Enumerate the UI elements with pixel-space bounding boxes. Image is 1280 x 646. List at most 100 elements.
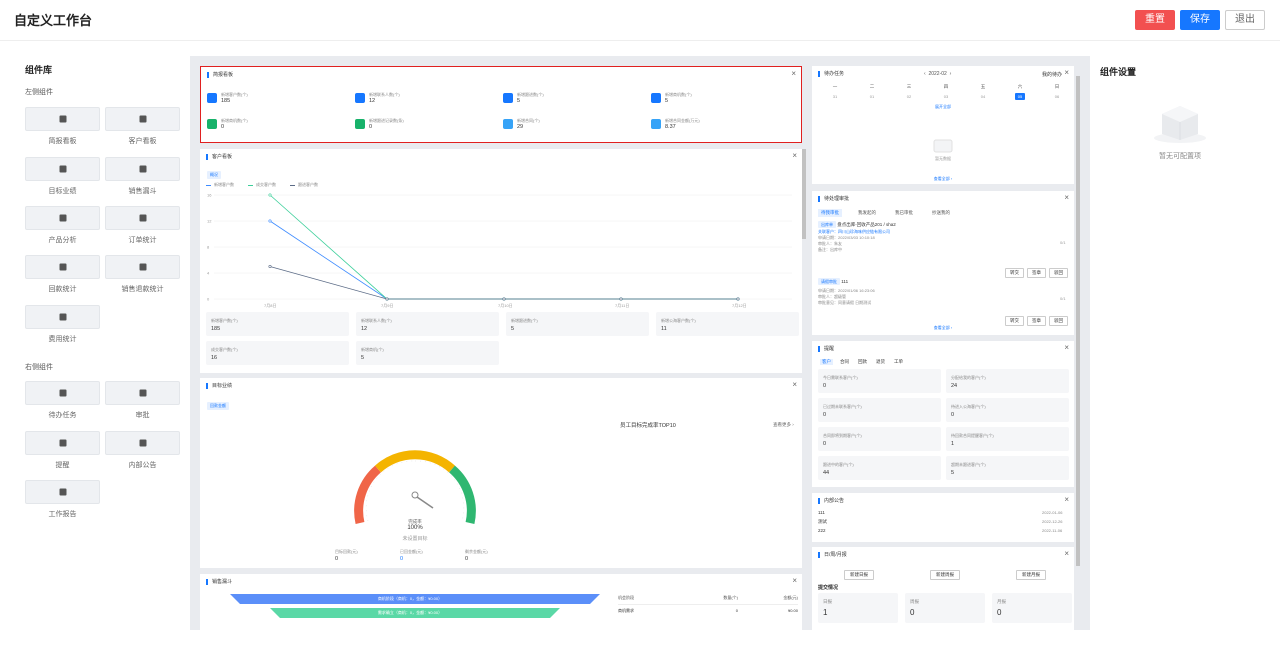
x-tick-label: 7月11日 <box>615 303 629 308</box>
funnel-card[interactable]: 销售漏斗 × 商机阶段（商机：0，金额：¥0.00） 需求确立（商机：0，金额：… <box>200 574 802 630</box>
remind-close-icon[interactable]: × <box>1064 343 1069 352</box>
notice-item-title[interactable]: 测试 <box>818 519 827 525</box>
approval-tab-0[interactable]: 待我审批 <box>818 209 842 217</box>
left-component-7[interactable]: 销售退款统计 <box>105 255 180 294</box>
left-component-1[interactable]: 客户看板 <box>105 107 180 146</box>
approval-close-icon[interactable]: × <box>1064 193 1069 202</box>
calendar-day[interactable]: 06 <box>1052 93 1062 100</box>
remind-item[interactable]: 待进入公海客户(个) 0 <box>946 398 1069 422</box>
legend-swatch <box>206 185 211 186</box>
notice-item-title[interactable]: 111 <box>818 510 825 515</box>
customer-card[interactable]: 客户看板 × 概况 新增客户数 成交客户数 跟进客户数 0 4 8 12 16 7月8日 7月9… <box>200 149 802 373</box>
approval-item-1-title: 盘点出库-回收产品201 / sha2 <box>837 222 896 227</box>
approval-action-1[interactable]: 签章 <box>1027 316 1046 326</box>
rank-more-link[interactable]: 查看更多 › <box>773 422 794 428</box>
customer-close-icon[interactable]: × <box>792 151 797 160</box>
component-label: 工作报告 <box>48 511 77 518</box>
left-component-5[interactable]: 订单统计 <box>105 206 180 245</box>
approval-item-1[interactable]: 出库单 盘点出库-回收产品201 / sha2 <box>818 221 896 228</box>
brief-stat-icon <box>503 119 513 129</box>
report-new-button-1[interactable]: 新建周报 <box>930 570 960 580</box>
notice-item-title[interactable]: 222 <box>818 528 826 533</box>
left-column-scrollbar[interactable] <box>802 149 806 239</box>
goal-title: 目标业绩 <box>206 383 232 389</box>
left-component-4[interactable]: 产品分析 <box>25 206 100 245</box>
remind-item[interactable]: 合同即将到期客户(个) 0 <box>818 427 941 451</box>
right-column-scrollbar[interactable] <box>1076 76 1080 566</box>
report-new-button-2[interactable]: 新建月报 <box>1016 570 1046 580</box>
brief-card[interactable]: 简报看板 × 新增客户数(个) 185 新增联系人数(个) 12 新增跟进数(个) 5 新增… <box>200 66 802 143</box>
remind-tab-4[interactable]: 工单 <box>892 359 905 365</box>
notice-card[interactable]: 内部公告 × 111 2022-01-06 测试 2022-12-26 222 2022-… <box>812 493 1074 542</box>
funnel-header-cell: 机会阶段 <box>618 595 634 600</box>
todo-empty-text: 暂无数据 <box>935 156 951 161</box>
report-item[interactable]: 周报 0 <box>905 593 985 623</box>
right-component-1[interactable]: 审批 <box>105 381 180 420</box>
right-component-2[interactable]: 提醒 <box>25 431 100 470</box>
goal-close-icon[interactable]: × <box>792 380 797 389</box>
notice-close-icon[interactable]: × <box>1064 495 1069 504</box>
left-component-0[interactable]: 简报看板 <box>25 107 100 146</box>
todo-expand-link[interactable]: 展开全部 <box>922 104 964 110</box>
right-component-0[interactable]: 待办任务 <box>25 381 100 420</box>
right-component-4[interactable]: 工作报告 <box>25 480 100 519</box>
funnel-close-icon[interactable]: × <box>792 576 797 585</box>
report-card[interactable]: 日/周/月报 × 新建日报 新建周报 新建月报 提交情况 日报 1 周报 0 月报 0 <box>812 547 1074 630</box>
customer-tab-overview[interactable]: 概况 <box>207 171 221 179</box>
remind-item[interactable]: 超期未跟进客户(个) 5 <box>946 456 1069 480</box>
approval-action-2[interactable]: 驳回 <box>1049 268 1068 278</box>
report-new-button-0[interactable]: 新建日报 <box>844 570 874 580</box>
left-component-6[interactable]: 回款统计 <box>25 255 100 294</box>
right-component-3[interactable]: 内部公告 <box>105 431 180 470</box>
left-component-2[interactable]: 目标业绩 <box>25 157 100 196</box>
component-label: 订单统计 <box>128 237 157 244</box>
approval-action-0[interactable]: 转交 <box>1005 316 1024 326</box>
approval-card[interactable]: 待处理审批 × 待我审批 我发起的 我已审批 抄送我的 出库单 盘点出库-回收产品20… <box>812 191 1074 335</box>
approval-tab-2[interactable]: 我已审批 <box>892 209 916 217</box>
approval-tab-1[interactable]: 我发起的 <box>855 209 879 217</box>
todo-my-label[interactable]: 我的待办 <box>1042 71 1062 78</box>
report-subtitle: 提交情况 <box>818 585 839 591</box>
calendar-day[interactable]: 31 <box>830 93 840 100</box>
calendar-day[interactable]: 02 <box>904 93 914 100</box>
approval-action-1[interactable]: 签章 <box>1027 268 1046 278</box>
component-label: 提醒 <box>55 462 70 469</box>
todo-card[interactable]: 待办任务 ‹ 2022-02 › 我的待办 × 一 31 二 01 三 02 四 03 五 04 六… <box>812 66 1074 184</box>
component-label: 销售漏斗 <box>128 188 157 195</box>
remind-item[interactable]: 跟进中的客户(个) 44 <box>818 456 941 480</box>
report-item[interactable]: 月报 0 <box>992 593 1072 623</box>
brief-close-icon[interactable]: × <box>791 69 796 78</box>
todo-view-all[interactable]: 查看全部 › <box>922 176 964 182</box>
approval-item-2[interactable]: 请假审批 111 <box>818 278 848 285</box>
approval-tab-3[interactable]: 抄送我的 <box>929 209 953 217</box>
left-component-3[interactable]: 销售漏斗 <box>105 157 180 196</box>
remind-tab-3[interactable]: 退货 <box>874 359 887 365</box>
remind-item[interactable]: 待回款合同提醒客户(个) 1 <box>946 427 1069 451</box>
report-item[interactable]: 日报 1 <box>818 593 898 623</box>
component-icon <box>25 157 100 181</box>
exit-button[interactable]: 退出 <box>1225 10 1265 30</box>
calendar-day[interactable]: 01 <box>867 93 877 100</box>
reset-button[interactable]: 重置 <box>1135 10 1175 30</box>
goal-tab-payment[interactable]: 回款金额 <box>207 402 229 410</box>
remind-item[interactable]: 已过期未联系客户(个) 0 <box>818 398 941 422</box>
remind-card[interactable]: 提醒 × 客户 合同 回款 退货 工单 今日需联系客户(个) 0 分配给我的客户(个) 24 已… <box>812 341 1074 487</box>
save-button[interactable]: 保存 <box>1180 10 1220 30</box>
left-component-8[interactable]: 费用统计 <box>25 305 100 344</box>
remind-item[interactable]: 今日需联系客户(个) 0 <box>818 369 941 393</box>
approval-view-all[interactable]: 查看全部 › <box>922 325 964 331</box>
todo-close-icon[interactable]: × <box>1064 68 1069 77</box>
component-icon <box>105 381 180 405</box>
todo-month[interactable]: ‹ 2022-02 › <box>924 71 951 77</box>
approval-action-0[interactable]: 转交 <box>1005 268 1024 278</box>
goal-card[interactable]: 目标业绩 × 回款金额 员工目标完成率TOP10 查看更多 › 完成率 100%… <box>200 378 802 568</box>
calendar-day[interactable]: 03 <box>941 93 951 100</box>
approval-action-2[interactable]: 驳回 <box>1049 316 1068 326</box>
remind-tab-2[interactable]: 回款 <box>856 359 869 365</box>
report-close-icon[interactable]: × <box>1064 549 1069 558</box>
remind-tab-1[interactable]: 合同 <box>838 359 851 365</box>
calendar-day[interactable]: 04 <box>978 93 988 100</box>
calendar-day[interactable]: 05 <box>1015 93 1025 100</box>
remind-item[interactable]: 分配给我的客户(个) 24 <box>946 369 1069 393</box>
remind-tab-0[interactable]: 客户 <box>820 359 833 365</box>
